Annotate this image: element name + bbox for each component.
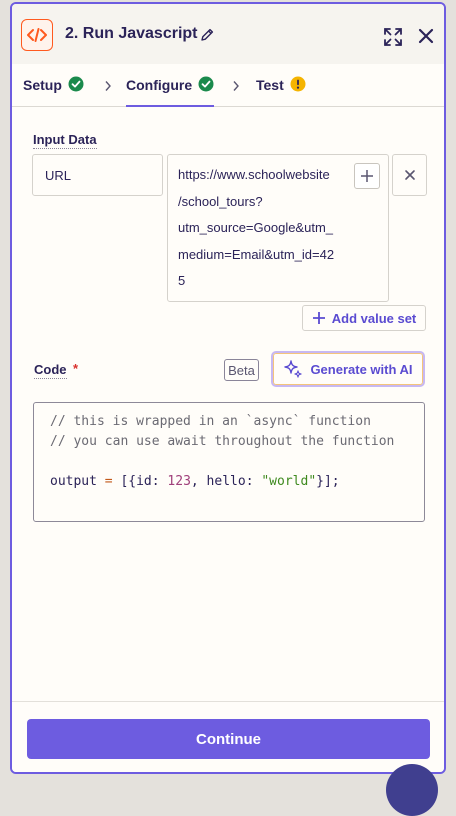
chevron-right-icon	[231, 79, 241, 97]
plus-icon	[312, 312, 325, 324]
tab-label: Setup	[23, 77, 62, 93]
insert-data-button[interactable]	[354, 163, 380, 189]
value-line: /school_tours?	[178, 193, 263, 209]
required-marker: *	[73, 361, 79, 376]
code-token: }];	[316, 474, 340, 489]
expand-icon[interactable]	[383, 27, 403, 52]
value-line: 5	[178, 273, 186, 288]
value-line: utm_source=Google&utm_	[178, 220, 334, 235]
code-comment: // you can use await throughout the func…	[50, 434, 395, 449]
value-line: https://www.schoolwebsite	[178, 167, 330, 182]
code-token: [{	[112, 474, 137, 489]
code-statement: output = [{id: 123, hello: "world"}];	[50, 472, 424, 492]
continue-button[interactable]: Continue	[27, 719, 430, 759]
check-circle-icon	[198, 76, 214, 95]
step-title: 2. Run Javascript	[65, 25, 198, 42]
code-token: , hello:	[190, 474, 262, 489]
value-line: medium=Email&utm_id=42	[178, 246, 335, 262]
code-token: 123	[167, 474, 191, 489]
warning-icon	[290, 76, 306, 95]
tab-test[interactable]: Test	[256, 64, 306, 106]
step-header: 2. Run Javascript	[12, 4, 444, 65]
step-tabs: Setup Configure Test	[12, 64, 444, 107]
chevron-right-icon	[103, 79, 113, 97]
code-token: "world"	[261, 474, 317, 489]
tab-label: Test	[256, 77, 284, 93]
plus-icon	[361, 170, 373, 182]
add-value-set-label: Add value set	[331, 310, 417, 326]
input-data-label: Input Data	[33, 132, 97, 149]
code-token: output	[50, 474, 105, 489]
remove-row-button[interactable]	[392, 154, 427, 196]
beta-badge: Beta	[224, 359, 259, 381]
check-circle-icon	[68, 76, 84, 95]
pencil-icon[interactable]	[199, 27, 215, 48]
code-token: =	[104, 474, 113, 489]
generate-with-ai-button[interactable]: Generate with AI	[271, 351, 425, 387]
generate-with-ai-label: Generate with AI	[310, 361, 413, 377]
tab-label: Configure	[126, 77, 193, 93]
code-token: id:	[136, 474, 168, 489]
code-comment: // this is wrapped in an `async` functio…	[50, 414, 371, 429]
code-editor[interactable]: // this is wrapped in an `async` functio…	[33, 402, 425, 522]
tab-configure[interactable]: Configure	[126, 64, 215, 107]
close-icon	[404, 170, 415, 180]
step-editor-panel: 2. Run Javascript Setup Configure Test I…	[10, 2, 446, 774]
code-label: Code	[34, 362, 67, 379]
input-value-field[interactable]: https://www.schoolwebsite /school_tours?…	[167, 154, 389, 302]
code-icon	[21, 19, 53, 51]
close-icon[interactable]	[417, 27, 435, 50]
help-button[interactable]	[386, 764, 438, 816]
step-footer: Continue	[12, 701, 444, 772]
sparkle-icon	[284, 360, 303, 378]
tab-setup[interactable]: Setup	[23, 64, 84, 106]
add-value-set-button[interactable]: Add value set	[302, 305, 426, 331]
input-key-field[interactable]: URL	[32, 154, 163, 196]
